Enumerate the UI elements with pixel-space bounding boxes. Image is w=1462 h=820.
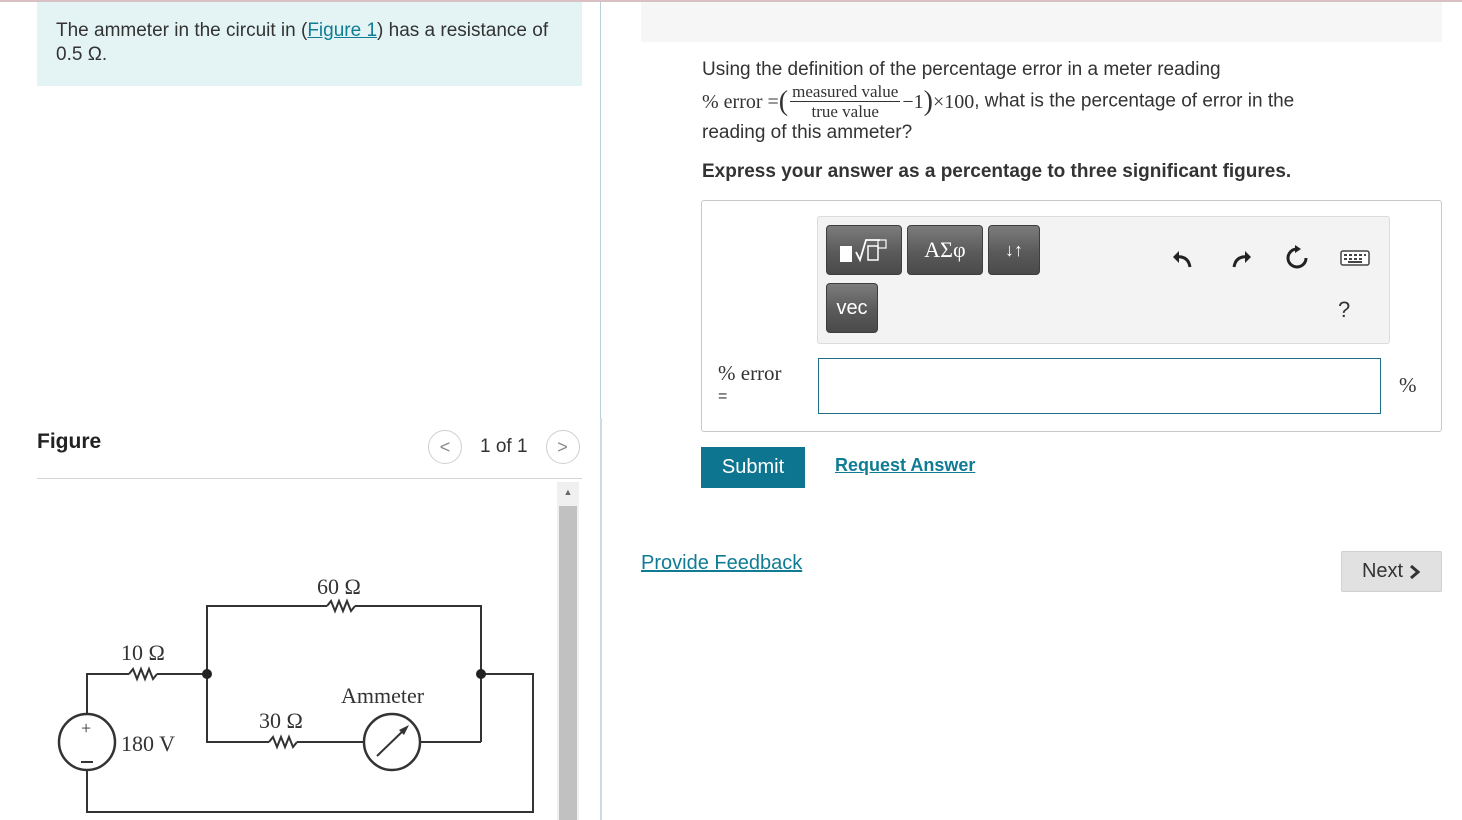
formula-numerator: measured value [790, 82, 901, 102]
submit-button[interactable]: Submit [701, 447, 805, 488]
reset-icon[interactable] [1280, 241, 1314, 275]
formula-open-paren: ( [778, 85, 789, 117]
answer-instruction: Express your answer as a percentage to t… [702, 161, 1292, 182]
chevron-left-icon: < [439, 436, 451, 457]
formula-times: ×100 [932, 90, 975, 113]
node-right [476, 669, 486, 679]
next-button[interactable]: Next [1341, 551, 1442, 592]
greek-letters-button[interactable]: ΑΣφ [907, 225, 983, 275]
keyboard-icon[interactable] [1338, 241, 1372, 275]
label-source-voltage: 180 V [121, 731, 175, 756]
question-line-3: reading of this ammeter? [702, 122, 913, 143]
question-line-2: % error = ( measured value true value −1… [702, 82, 1422, 121]
part-header-strip [641, 2, 1442, 42]
redo-icon[interactable] [1224, 241, 1258, 275]
provide-feedback-link[interactable]: Provide Feedback [641, 552, 802, 575]
figure-header: Figure [37, 430, 102, 453]
label-ammeter: Ammeter [341, 683, 425, 708]
wire-left-upper [86, 673, 129, 714]
scroll-up-arrow-icon[interactable]: ▲ [557, 482, 579, 502]
pane-divider-lower [600, 418, 602, 820]
label-30-ohm: 30 Ω [259, 708, 303, 733]
figure-next-button[interactable]: > [545, 430, 580, 464]
question-text: Using the definition of the percentage e… [702, 58, 1422, 145]
answer-input[interactable] [818, 358, 1381, 414]
circuit-diagram: 60 Ω 10 Ω 30 Ω Ammeter 180 V + [57, 574, 534, 813]
formula-denominator: true value [811, 102, 879, 121]
figure-counter: 1 of 1 [480, 436, 528, 457]
answer-container: ΑΣφ ↓↑ vec ? % error = % [701, 200, 1442, 432]
templates-button[interactable] [826, 225, 902, 275]
question-line-1: Using the definition of the percentage e… [702, 59, 1221, 80]
problem-text-before: The ammeter in the circuit in ( [56, 20, 308, 41]
formula-minus-one: −1 [902, 90, 924, 113]
subscript-superscript-button[interactable]: ↓↑ [988, 225, 1040, 275]
help-icon[interactable]: ? [1338, 297, 1350, 323]
resistor-30-symbol [268, 734, 298, 750]
subscript-superscript-icon: ↓↑ [1005, 239, 1023, 260]
answer-unit: % [1399, 373, 1417, 397]
resistor-60-symbol [326, 598, 356, 614]
question-line-2-tail: , what is the percentage of error in the [974, 90, 1295, 112]
chevron-right-icon [1410, 564, 1421, 579]
figure-divider [37, 478, 582, 479]
ammeter-needle [376, 728, 406, 757]
scroll-thumb[interactable] [559, 506, 577, 820]
label-10-ohm: 10 Ω [121, 640, 165, 665]
wire-top-left [206, 605, 327, 674]
problem-statement: The ammeter in the circuit in (Figure 1)… [37, 2, 582, 86]
templates-icon [840, 239, 887, 263]
answer-label: % error = [718, 361, 782, 409]
wire-top-right [355, 605, 482, 674]
math-toolbar: ΑΣφ ↓↑ vec ? [817, 216, 1390, 344]
answer-label-equals: = [718, 388, 728, 405]
vector-button[interactable]: vec [826, 283, 878, 333]
formula-close-paren: ) [923, 85, 933, 117]
vector-icon: vec [836, 296, 868, 319]
node-left [202, 669, 212, 679]
formula-fraction: measured value true value [790, 82, 901, 121]
chevron-right-icon: > [557, 436, 568, 457]
left-pane: The ammeter in the circuit in (Figure 1)… [0, 2, 601, 820]
greek-letters-icon: ΑΣφ [924, 237, 966, 262]
percent-error-formula: % error = ( measured value true value −1… [702, 82, 974, 121]
undo-icon[interactable] [1166, 241, 1200, 275]
resistor-10-symbol [128, 666, 158, 682]
answer-label-text: % error [718, 361, 782, 385]
figure-navigation: < 1 of 1 > [428, 430, 580, 464]
figure-prev-button[interactable]: < [428, 430, 462, 464]
formula-lhs: % error = [702, 90, 779, 113]
request-answer-link[interactable]: Request Answer [835, 455, 975, 476]
figure-link[interactable]: Figure 1 [307, 20, 377, 41]
next-label: Next [1361, 560, 1404, 582]
label-source-plus: + [81, 718, 91, 738]
figure-scrollbar[interactable]: ▲ [557, 482, 579, 820]
label-60-ohm: 60 Ω [317, 574, 361, 599]
